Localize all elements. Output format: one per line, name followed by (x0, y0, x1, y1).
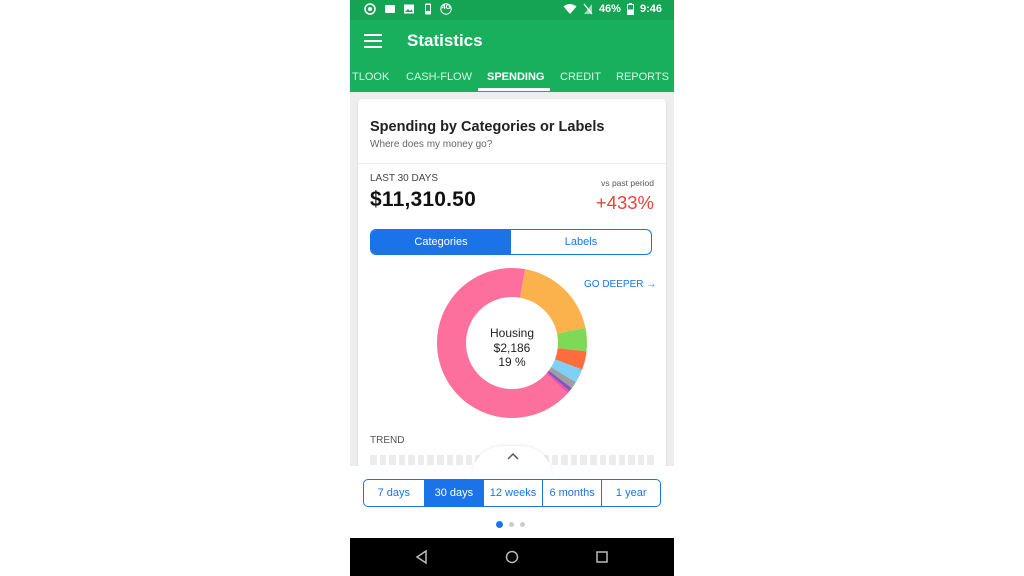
tab-credit[interactable]: CREDIT (560, 70, 601, 84)
period-label: LAST 30 DAYS (370, 173, 438, 184)
page-dot[interactable] (520, 522, 525, 527)
status-bar: 4G 46% 9:46 (350, 0, 674, 20)
time-range-panel: 7 days 30 days 12 weeks 6 months 1 year (350, 466, 674, 538)
phone-icon (425, 3, 431, 15)
page-dot[interactable] (496, 521, 503, 528)
tab-cash-flow[interactable]: CASH-FLOW (406, 70, 472, 84)
total-amount: $11,310.50 (370, 188, 476, 211)
divider (358, 163, 666, 164)
wifi-icon (563, 4, 577, 14)
chevron-up-icon (507, 452, 519, 460)
system-nav-bar (350, 538, 674, 576)
page-title: Statistics (407, 31, 483, 50)
tab-indicator (478, 88, 550, 91)
donut-center-value: $2,186 (494, 341, 531, 355)
range-12-weeks[interactable]: 12 weeks (484, 480, 543, 506)
back-icon[interactable] (414, 549, 430, 565)
page-indicator (496, 521, 525, 528)
tab-bar: TLOOK CASH-FLOW SPENDING CREDIT REPORTS (350, 70, 674, 92)
go-deeper-link[interactable]: GO DEEPER → (584, 279, 656, 290)
tab-spending[interactable]: SPENDING (487, 70, 544, 84)
app-icon (364, 3, 376, 15)
battery-icon (626, 3, 634, 15)
status-right: 46% 9:46 (563, 3, 662, 15)
range-1-year[interactable]: 1 year (602, 480, 660, 506)
app-bar: Statistics TLOOK CASH-FLOW SPENDING CRED… (350, 20, 674, 92)
tab-reports[interactable]: REPORTS (616, 70, 669, 84)
menu-icon[interactable] (364, 34, 382, 48)
home-icon[interactable] (504, 549, 520, 565)
lte-label: 4G (442, 4, 451, 11)
category-donut-chart[interactable]: Housing $2,186 19 % (436, 265, 588, 425)
recents-icon[interactable] (594, 549, 610, 565)
page-dot[interactable] (509, 522, 514, 527)
change-percent: +433% (595, 192, 654, 213)
image-icon (404, 4, 414, 14)
categories-button[interactable]: Categories (371, 230, 511, 254)
clock: 9:46 (639, 3, 662, 15)
card-subtitle: Where does my money go? (370, 139, 493, 150)
range-30-days[interactable]: 30 days (424, 480, 485, 506)
battery-percent: 46% (598, 3, 621, 15)
trend-label: TREND (370, 435, 405, 446)
vs-period-label: vs past period (601, 178, 654, 188)
donut-center-percent: 19 % (498, 355, 526, 369)
donut-center-name: Housing (490, 326, 534, 340)
range-6-months[interactable]: 6 months (543, 480, 603, 506)
time-range-selector: 7 days 30 days 12 weeks 6 months 1 year (363, 479, 661, 507)
categories-labels-toggle: Categories Labels (370, 229, 652, 255)
phone-screen: 4G 46% 9:46 Statistics TLOOK CASH-FLOW S… (350, 0, 674, 576)
labels-button[interactable]: Labels (511, 230, 651, 254)
card-title: Spending by Categories or Labels (370, 119, 605, 135)
sim-icon (385, 5, 395, 13)
spending-card: Spending by Categories or Labels Where d… (358, 99, 666, 479)
range-7-days[interactable]: 7 days (364, 480, 425, 506)
no-sim-icon (583, 3, 593, 15)
donut-slice[interactable] (519, 269, 586, 334)
tab-outlook[interactable]: TLOOK (352, 70, 389, 84)
